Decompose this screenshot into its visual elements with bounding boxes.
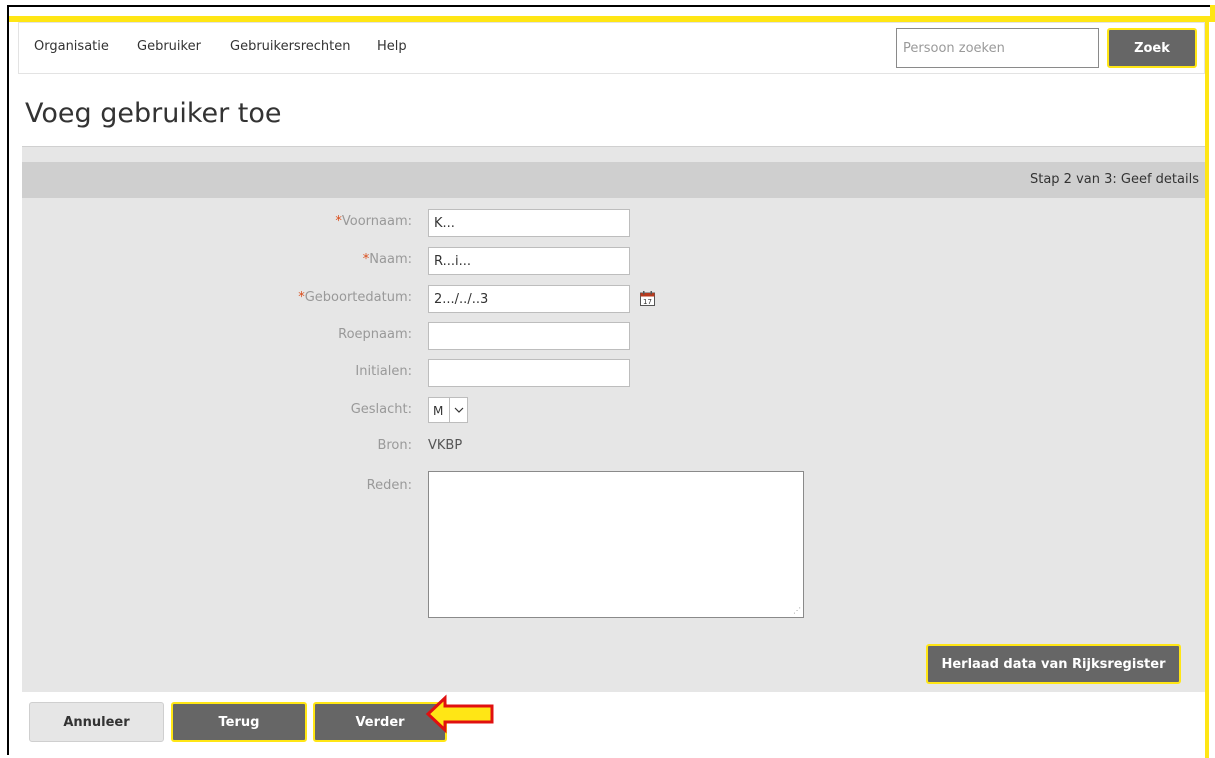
geboortedatum-label: *Geboortedatum: [298, 290, 412, 305]
cancel-button[interactable]: Annuleer [29, 702, 164, 742]
highlight-arrow-icon [425, 694, 494, 734]
back-button[interactable]: Terug [171, 702, 307, 742]
nav-organisatie[interactable]: Organisatie [34, 39, 109, 54]
reload-rijksregister-button[interactable]: Herlaad data van Rijksregister [926, 644, 1181, 684]
calendar-icon[interactable]: 17 [640, 291, 655, 306]
voornaam-label: *Voornaam: [335, 214, 412, 229]
person-search-input[interactable] [896, 28, 1099, 68]
resize-grip-icon[interactable]: ⋰ [793, 606, 801, 615]
geslacht-select[interactable]: M [428, 397, 468, 423]
roepnaam-label: Roepnaam: [338, 327, 412, 342]
step-indicator: Stap 2 van 3: Geef details [1029, 172, 1199, 187]
page-title: Voeg gebruiker toe [25, 98, 282, 129]
roepnaam-field[interactable] [428, 322, 630, 350]
chevron-down-icon[interactable] [449, 398, 468, 422]
geslacht-label: Geslacht: [350, 402, 412, 417]
initialen-label: Initialen: [355, 364, 412, 379]
naam-label: *Naam: [362, 252, 412, 267]
search-button[interactable]: Zoek [1107, 28, 1197, 68]
geboortedatum-field[interactable]: 2.../../..3 [428, 285, 630, 313]
initialen-field[interactable] [428, 359, 630, 387]
reden-textarea[interactable]: ⋰ [428, 471, 804, 618]
bron-label: Bron: [377, 438, 412, 453]
nav-gebruiker[interactable]: Gebruiker [137, 39, 201, 54]
nav-gebruikersrechten[interactable]: Gebruikersrechten [230, 39, 350, 54]
naam-field[interactable]: R...i... [428, 247, 630, 275]
step-header: Stap 2 van 3: Geef details [22, 162, 1205, 198]
calendar-day-number: 17 [643, 298, 652, 306]
bron-value: VKBP [428, 438, 463, 453]
form-panel: Stap 2 van 3: Geef details *Voornaam: K.… [22, 146, 1205, 692]
reden-label: Reden: [366, 478, 412, 493]
right-accent-border [1205, 22, 1209, 758]
voornaam-field[interactable]: K... [428, 209, 630, 237]
top-navigation: Organisatie Gebruiker Gebruikersrechten … [18, 22, 1205, 74]
nav-help[interactable]: Help [377, 39, 407, 54]
geslacht-value: M [433, 404, 444, 418]
